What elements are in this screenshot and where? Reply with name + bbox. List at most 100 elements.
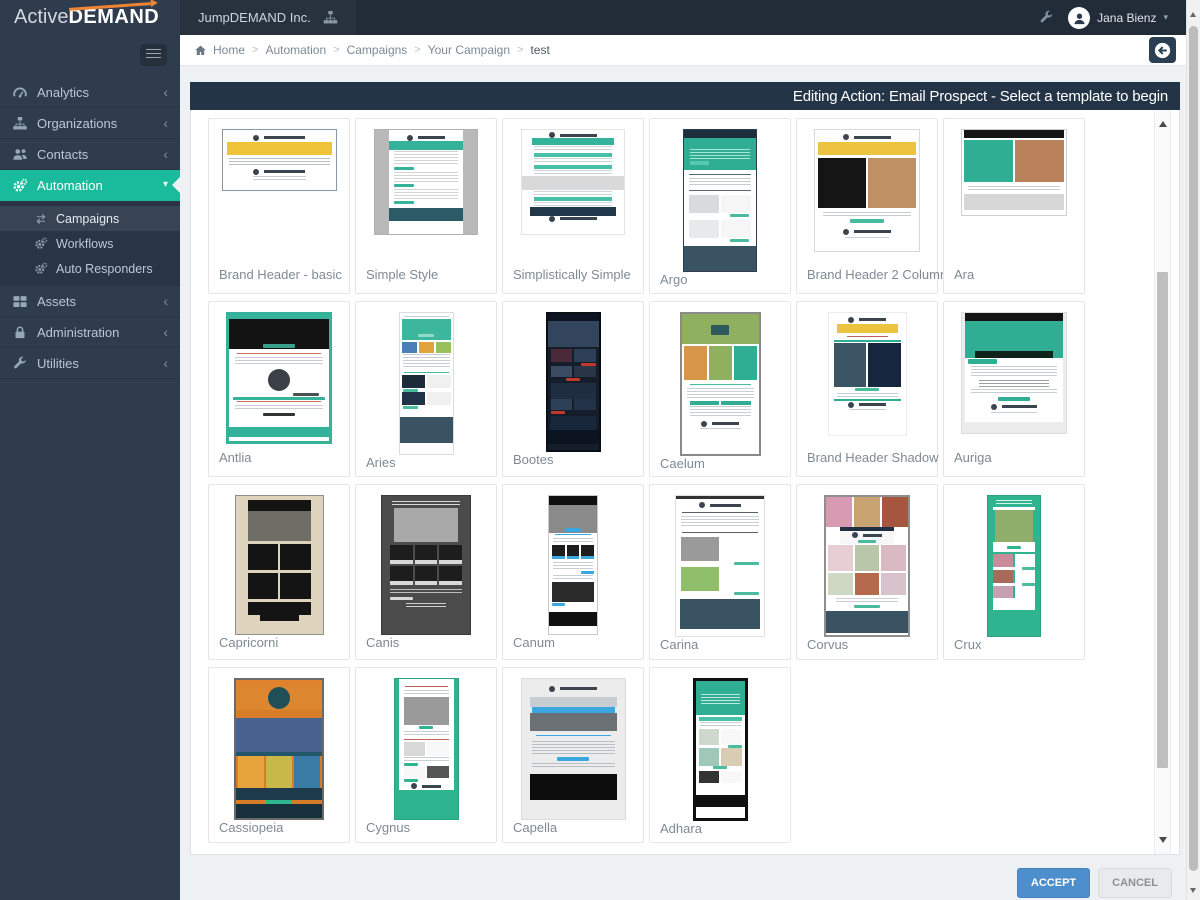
sidebar-item-label: Organizations [37,115,118,131]
thumb-block [531,740,615,756]
breadcrumb-current: test [530,43,550,57]
template-card[interactable]: Simple Style [355,118,497,294]
template-card[interactable]: Caelum [649,301,791,477]
accept-button[interactable]: ACCEPT [1016,868,1091,898]
thumb-block [845,236,889,241]
thumb-block [236,718,322,752]
template-card[interactable]: Brand Header 2 Column [796,118,947,294]
user-menu[interactable]: Jana Bienz ▾ [1068,6,1168,29]
sidebar-item-contacts[interactable]: Contacts ‹ [0,139,180,170]
template-card[interactable]: Canis [355,484,497,660]
template-card[interactable]: Brand Header - basic [208,118,350,294]
template-card[interactable]: Capella [502,667,644,843]
cancel-button[interactable]: CANCEL [1098,868,1172,898]
footer-actions: ACCEPT CANCEL [180,855,1186,900]
thumb-block [252,175,306,181]
template-card[interactable]: Antlia [208,301,350,477]
scrollbar-thumb[interactable] [1157,272,1168,768]
template-card[interactable]: Capricorni [208,484,350,660]
template-card[interactable]: Cassiopeia [208,667,350,843]
template-card[interactable]: Corvus [796,484,938,660]
scroll-up-arrow-icon[interactable] [1190,9,1196,17]
sidebar-item-analytics[interactable]: Analytics ‹ [0,77,180,108]
thumb-block [534,190,612,197]
breadcrumb-separator: > [333,44,340,56]
breadcrumb-your-campaign[interactable]: Your Campaign [428,43,510,57]
scrollbar-thumb[interactable] [1189,26,1198,871]
thumb-block [534,169,612,176]
template-card[interactable]: Adhara [649,667,791,843]
top-bar: Active DEMAND JumpDEMAND Inc. Jana Bienz … [0,0,1186,35]
scroll-down-arrow-icon[interactable] [1159,837,1167,847]
template-thumbnail [374,129,478,235]
sidebar-item-label: Contacts [37,146,89,162]
template-name: Canis [366,635,400,650]
sidebar-item-auto-responders[interactable]: Auto Responders [0,256,180,281]
thumb-block [699,721,741,729]
template-card[interactable]: Argo [649,118,791,294]
thumb-block [965,313,1063,321]
template-list-scrollbar[interactable] [1154,110,1171,854]
sidebar-item-administration[interactable]: Administration ‹ [0,317,180,348]
thumb-block [689,177,751,187]
thumb-block [398,697,454,725]
thumb-block [550,416,596,430]
template-thumbnail [226,312,332,444]
sidebar-item-automation[interactable]: Automation ▾ [0,170,180,201]
scroll-up-arrow-icon[interactable] [1159,117,1167,127]
thumb-block [550,383,596,399]
breadcrumb-separator: > [414,44,421,56]
thumb-block [815,227,919,236]
chevron-left-icon: ‹ [163,115,168,131]
breadcrumb-campaigns[interactable]: Campaigns [347,43,408,57]
sidebar-item-assets[interactable]: Assets ‹ [0,286,180,317]
template-card[interactable]: Canum [502,484,644,660]
breadcrumb-home[interactable]: Home [213,43,245,57]
scroll-down-arrow-icon[interactable] [1190,888,1196,896]
thumb-block [681,314,759,324]
thumb-block [698,771,742,783]
thumb-block [699,427,741,432]
template-name: Capricorni [219,635,279,650]
page-scrollbar[interactable] [1186,0,1200,900]
thumb-block [988,610,1040,613]
thumb-block [529,697,617,707]
thumb-block [965,402,1063,411]
sitemap-icon [323,10,338,25]
template-card[interactable]: Crux [943,484,1085,660]
template-card[interactable]: Auriga [943,301,1085,477]
thumb-block [401,342,451,353]
thumb-block [259,615,299,621]
sidebar-item-label: Campaigns [56,211,120,226]
template-card[interactable]: Simplistically Simple [502,118,644,294]
template-card[interactable]: Cygnus [355,667,497,843]
thumb-block [229,427,329,437]
wrench-icon[interactable] [1039,10,1054,25]
collapse-panel-button[interactable] [1149,37,1176,63]
thumb-block [390,588,462,596]
sidebar-item-utilities[interactable]: Utilities ‹ [0,348,180,379]
template-card[interactable]: Aries [355,301,497,477]
editing-action-title: Editing Action: Email Prospect - Select … [792,87,1168,105]
thumb-block [398,766,454,778]
thumb-block [684,138,756,148]
template-card[interactable]: Brand Header Shadow [796,301,939,477]
thumb-block [964,194,1064,210]
breadcrumb-automation[interactable]: Automation [265,43,326,57]
sidebar-item-campaigns[interactable]: Campaigns [0,206,180,231]
thumb-block [238,756,320,788]
template-card[interactable]: Ara [943,118,1085,294]
thumb-block [389,188,463,200]
template-card[interactable]: Carina [649,484,791,660]
sidebar-item-organizations[interactable]: Organizations ‹ [0,108,180,139]
thumb-block [683,346,757,380]
exchange-icon [34,212,48,225]
thumb-block [689,195,751,213]
company-menu[interactable]: JumpDEMAND Inc. [180,0,356,35]
sidebar-toggle-button[interactable] [140,44,167,66]
template-card[interactable]: Bootes [502,301,644,477]
breadcrumb-separator: > [252,44,259,56]
sidebar-item-workflows[interactable]: Workflows [0,231,180,256]
brand-logo[interactable]: Active DEMAND [0,0,180,35]
template-name: Aries [366,455,396,470]
